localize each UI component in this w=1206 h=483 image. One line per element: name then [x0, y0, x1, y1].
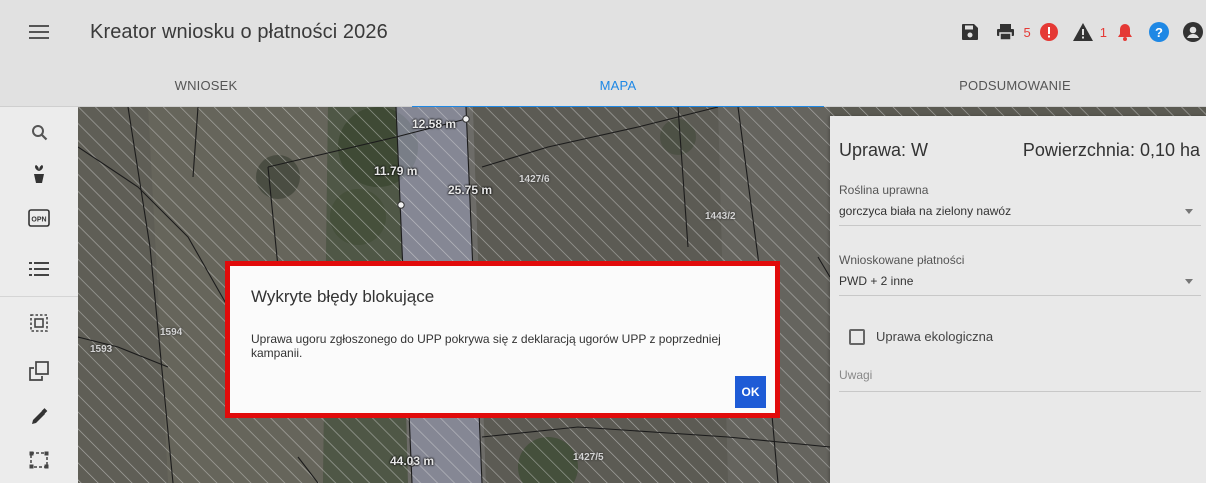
error-icon[interactable] [1036, 23, 1062, 41]
plant-field-label: Roślina uprawna [839, 183, 929, 197]
app-header: Kreator wniosku o płatności 2026 5 1 ? [0, 0, 1206, 64]
search-icon[interactable] [0, 112, 78, 152]
blocking-errors-dialog: Wykryte błędy blokujące Uprawa ugoru zgł… [230, 266, 775, 413]
eco-checkbox[interactable] [849, 329, 865, 345]
tab-wniosek[interactable]: WNIOSEK [0, 64, 412, 107]
crop-details-panel: Uprawa: W Powierzchnia: 0,10 ha Roślina … [830, 116, 1206, 483]
draw-rectangle-icon[interactable] [0, 440, 78, 480]
header-actions: 5 1 ? [952, 0, 1206, 64]
payments-field-underline [839, 295, 1201, 296]
svg-text:?: ? [1155, 25, 1163, 40]
plant-select[interactable]: gorczyca biała na zielony nawóz [839, 204, 1011, 218]
tab-podsumowanie[interactable]: PODSUMOWANIE [824, 64, 1206, 107]
crop-plant-icon[interactable] [0, 154, 78, 194]
app-title: Kreator wniosku o płatności 2026 [90, 20, 388, 43]
warning-icon[interactable] [1068, 23, 1098, 41]
measure-label: 11.79 m [374, 164, 418, 178]
print-icon[interactable] [988, 23, 1024, 41]
parcel-label: 1427/6 [519, 174, 550, 185]
tab-mapa[interactable]: MAPA [412, 64, 824, 108]
area-label: Powierzchnia: 0,10 ha [1022, 140, 1200, 160]
edit-pencil-icon[interactable] [0, 397, 78, 437]
main-tabs: WNIOSEK MAPA PODSUMOWANIE [0, 64, 1206, 108]
menu-icon[interactable] [0, 0, 78, 64]
toolbar-divider [0, 296, 78, 297]
help-icon[interactable]: ? [1138, 22, 1180, 42]
errors-count: 5 [1023, 24, 1031, 40]
dialog-message: Uprawa ugoru zgłoszonego do UPP pokrywa … [251, 332, 721, 360]
parcel-label: 1594 [160, 327, 183, 338]
eco-checkbox-label: Uprawa ekologiczna [876, 329, 994, 344]
warnings-count: 1 [1099, 24, 1107, 40]
save-icon[interactable] [952, 23, 988, 41]
parcel-label: 1593 [90, 344, 113, 355]
account-icon[interactable] [1180, 22, 1206, 42]
measure-label: 25.75 m [448, 183, 493, 197]
chevron-down-icon[interactable] [1185, 279, 1193, 284]
opn-icon[interactable]: OPN [0, 198, 78, 238]
measure-label: 12.58 m [412, 117, 457, 131]
chevron-down-icon[interactable] [1185, 209, 1193, 214]
copy-icon[interactable] [0, 351, 78, 391]
list-icon[interactable] [0, 249, 78, 289]
select-area-icon[interactable] [0, 303, 78, 343]
payments-field-label: Wnioskowane płatności [839, 253, 965, 267]
dialog-title: Wykryte błędy blokujące [251, 287, 435, 306]
notes-field[interactable]: Uwagi [839, 368, 1201, 392]
notification-bell-icon[interactable] [1112, 23, 1138, 41]
ok-button[interactable]: OK [735, 376, 766, 408]
crop-label: Uprawa: W [839, 140, 929, 160]
measure-label: 44.03 m [390, 454, 435, 468]
plant-field-underline [839, 225, 1201, 226]
payments-select[interactable]: PWD + 2 inne [839, 274, 913, 288]
parcel-label: 1443/2 [705, 211, 736, 222]
svg-text:OPN: OPN [31, 217, 46, 224]
map-toolbar: OPN [0, 107, 78, 483]
parcel-label: 1427/5 [573, 452, 604, 463]
